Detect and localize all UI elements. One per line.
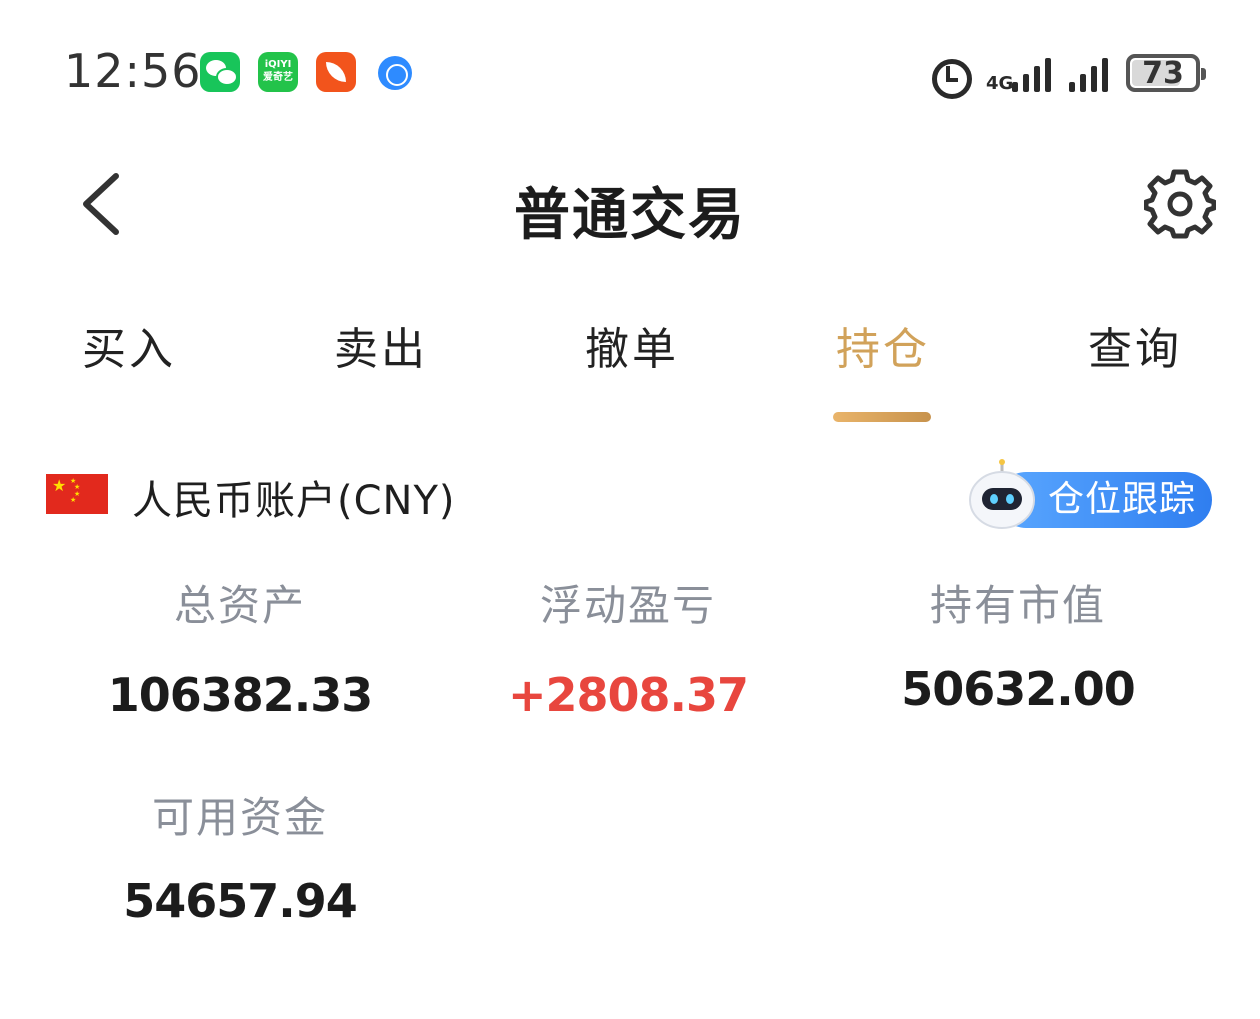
tab-cancel[interactable]: 撤单 <box>585 320 679 380</box>
floating-pl-label: 浮动盈亏 <box>539 581 716 630</box>
status-time: 12:56 <box>64 44 202 98</box>
tab-positions[interactable]: 持仓 <box>836 320 930 380</box>
active-tab-indicator <box>833 412 931 422</box>
status-bar: 12:56 iQIYI 爱奇艺 4G 73 <box>0 0 1260 140</box>
signal-icon-2 <box>1069 54 1108 92</box>
available-funds-value: 54657.94 <box>123 874 358 928</box>
market-value-label: 持有市值 <box>929 581 1106 630</box>
trade-tabs: 买入 卖出 撤单 持仓 查询 <box>0 320 1260 430</box>
signal-icon <box>1012 54 1051 92</box>
total-assets-value: 106382.33 <box>107 668 374 722</box>
network-type: 4G <box>986 73 1014 94</box>
tab-query[interactable]: 查询 <box>1088 320 1182 380</box>
iqiyi-icon: iQIYI 爱奇艺 <box>258 52 298 92</box>
alarm-icon <box>928 53 972 99</box>
tab-sell[interactable]: 卖出 <box>334 320 428 380</box>
tracking-label: 仓位跟踪 <box>1048 479 1197 520</box>
total-assets-label: 总资产 <box>173 581 306 630</box>
account-name: 人民币账户(CNY) <box>132 478 456 524</box>
feishu-icon <box>316 52 356 92</box>
settings-button[interactable] <box>1143 168 1217 240</box>
market-value-value: 50632.00 <box>901 662 1136 716</box>
floating-pl-value: +2808.37 <box>507 668 749 722</box>
tab-buy[interactable]: 买入 <box>82 320 176 380</box>
battery-icon: 73 <box>1126 54 1206 92</box>
browser-icon <box>378 56 412 90</box>
china-flag-icon: ★ ★ ★ ★ ★ <box>46 474 108 514</box>
battery-level: 73 <box>1142 55 1184 91</box>
status-indicators: 4G 73 <box>928 50 1206 99</box>
available-funds-label: 可用资金 <box>151 793 328 842</box>
page-title: 普通交易 <box>514 183 746 248</box>
gear-icon <box>1143 169 1217 239</box>
position-tracking-button[interactable]: 仓位跟踪 <box>968 458 1214 534</box>
wechat-icon <box>200 52 240 92</box>
robot-icon <box>969 459 1035 529</box>
cellular-1: 4G <box>986 54 1051 94</box>
iqiyi-icon-text: iQIYI 爱奇艺 <box>263 59 293 83</box>
